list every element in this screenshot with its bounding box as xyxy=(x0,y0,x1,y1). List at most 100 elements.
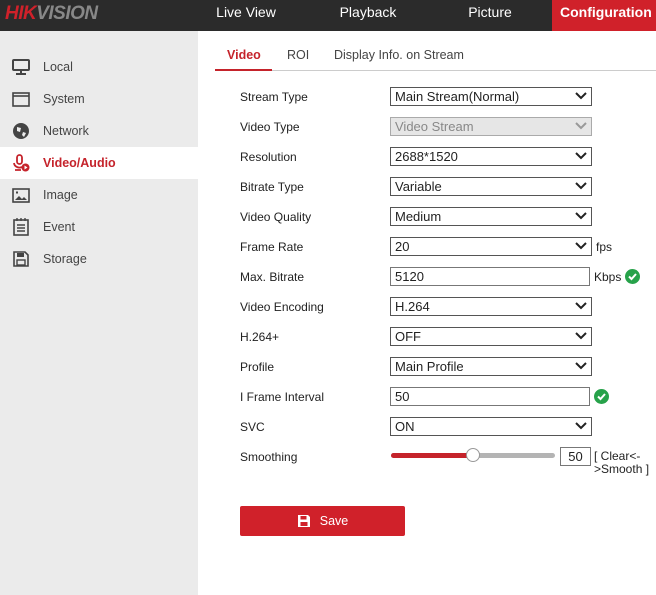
svc-row: SVC ON xyxy=(240,417,656,437)
nav-playback[interactable]: Playback xyxy=(320,0,416,31)
i_frame-input[interactable]: 50 xyxy=(390,387,590,406)
frame_rate-unit: fps xyxy=(596,240,613,254)
smoothing-row: Smoothing 50[ Clear<->Smooth ] xyxy=(240,447,656,476)
i_frame-row: I Frame Interval 50 xyxy=(240,387,656,407)
profile-value: Main Profile xyxy=(395,359,464,374)
video_encoding-row: Video Encoding H.264 xyxy=(240,297,656,317)
video_encoding-value: H.264 xyxy=(395,299,430,314)
sidebar-item-label: Image xyxy=(43,188,78,202)
smoothing-slider[interactable] xyxy=(391,448,555,462)
max_bitrate-row: Max. Bitrate 5120 Kbps xyxy=(240,267,656,287)
chevron-down-icon xyxy=(575,422,587,430)
mic-video-icon xyxy=(11,154,31,172)
resolution-select[interactable]: 2688*1520 xyxy=(390,147,592,166)
sidebar-item-event[interactable]: Event xyxy=(0,211,198,243)
save-icon xyxy=(297,515,310,527)
top-bar: HIKVISION Live View Playback Picture Con… xyxy=(0,0,656,31)
svc-select[interactable]: ON xyxy=(390,417,592,436)
active-tab-indicator xyxy=(215,69,272,71)
max_bitrate-label: Max. Bitrate xyxy=(240,270,305,284)
valid-check-icon xyxy=(594,389,609,404)
stream_type-row: Stream Type Main Stream(Normal) xyxy=(240,87,656,107)
valid-check-icon xyxy=(625,269,640,284)
slider-fill xyxy=(391,453,473,458)
resolution-label: Resolution xyxy=(240,150,297,164)
sidebar-item-label: System xyxy=(43,92,85,106)
smoothing-input[interactable]: 50 xyxy=(560,447,591,466)
nav-picture[interactable]: Picture xyxy=(442,0,538,31)
chevron-down-icon xyxy=(575,92,587,100)
slider-handle[interactable] xyxy=(466,448,480,462)
video_quality-row: Video Quality Medium xyxy=(240,207,656,227)
sidebar-item-label: Network xyxy=(43,124,89,138)
sidebar-item-image[interactable]: Image xyxy=(0,179,198,211)
bitrate_type-select[interactable]: Variable xyxy=(390,177,592,196)
video_quality-select[interactable]: Medium xyxy=(390,207,592,226)
monitor-icon xyxy=(11,58,31,76)
floppy-icon xyxy=(11,250,31,268)
chevron-down-icon xyxy=(575,362,587,370)
frame_rate-select[interactable]: 20 xyxy=(390,237,592,256)
sidebar: Local System Network Video/Audio Image E… xyxy=(0,31,198,595)
frame_rate-row: Frame Rate 20 fps xyxy=(240,237,656,257)
frame_rate-value: 20 xyxy=(395,239,410,254)
nav-configuration[interactable]: Configuration xyxy=(552,0,656,31)
video_type-label: Video Type xyxy=(240,120,300,134)
video_type-row: Video Type Video Stream xyxy=(240,117,656,137)
sidebar-item-label: Storage xyxy=(43,252,87,266)
tab-video[interactable]: Video xyxy=(227,48,261,62)
i_frame-label: I Frame Interval xyxy=(240,390,325,404)
chevron-down-icon xyxy=(575,302,587,310)
stream_type-label: Stream Type xyxy=(240,90,308,104)
hikvision-logo: HIKVISION xyxy=(5,3,98,24)
svc-label: SVC xyxy=(240,420,265,434)
tab-bar: Video ROI Display Info. on Stream xyxy=(215,42,656,71)
h264plus-row: H.264+ OFF xyxy=(240,327,656,347)
video_encoding-label: Video Encoding xyxy=(240,300,324,314)
sidebar-item-label: Video/Audio xyxy=(43,156,116,170)
chevron-down-icon xyxy=(575,152,587,160)
bitrate_type-row: Bitrate Type Variable xyxy=(240,177,656,197)
sidebar-item-system[interactable]: System xyxy=(0,83,198,115)
calendar-icon xyxy=(11,218,31,236)
chevron-down-icon xyxy=(575,182,587,190)
sidebar-item-storage[interactable]: Storage xyxy=(0,243,198,275)
globe-icon xyxy=(11,122,31,140)
chevron-down-icon xyxy=(575,242,587,250)
profile-select[interactable]: Main Profile xyxy=(390,357,592,376)
h264plus-label: H.264+ xyxy=(240,330,280,344)
stream_type-select[interactable]: Main Stream(Normal) xyxy=(390,87,592,106)
h264plus-select[interactable]: OFF xyxy=(390,327,592,346)
sidebar-item-local[interactable]: Local xyxy=(0,51,198,83)
nav-live-view[interactable]: Live View xyxy=(198,0,294,31)
image-icon xyxy=(11,186,31,204)
frame_rate-label: Frame Rate xyxy=(240,240,304,254)
sidebar-item-video-audio[interactable]: Video/Audio xyxy=(0,147,198,179)
resolution-row: Resolution 2688*1520 xyxy=(240,147,656,167)
sidebar-item-network[interactable]: Network xyxy=(0,115,198,147)
save-label: Save xyxy=(319,514,349,528)
h264plus-value: OFF xyxy=(395,329,421,344)
tab-display-info[interactable]: Display Info. on Stream xyxy=(334,48,464,62)
chevron-down-icon xyxy=(575,212,587,220)
video_quality-label: Video Quality xyxy=(240,210,312,224)
sidebar-item-label: Local xyxy=(43,60,73,74)
smoothing-label: Smoothing xyxy=(240,450,298,464)
profile-row: Profile Main Profile xyxy=(240,357,656,377)
max_bitrate-unit: Kbps xyxy=(594,270,622,284)
resolution-value: 2688*1520 xyxy=(395,149,458,164)
video_encoding-select[interactable]: H.264 xyxy=(390,297,592,316)
max_bitrate-input[interactable]: 5120 xyxy=(390,267,590,286)
stream_type-value: Main Stream(Normal) xyxy=(395,89,520,104)
video_type-select: Video Stream xyxy=(390,117,592,136)
save-button[interactable]: Save xyxy=(240,506,405,536)
window-icon xyxy=(11,90,31,108)
svc-value: ON xyxy=(395,419,415,434)
bitrate_type-label: Bitrate Type xyxy=(240,180,304,194)
tab-roi[interactable]: ROI xyxy=(287,48,309,62)
video_type-value: Video Stream xyxy=(395,119,474,134)
profile-label: Profile xyxy=(240,360,275,374)
sidebar-item-label: Event xyxy=(43,220,75,234)
chevron-down-icon xyxy=(575,332,587,340)
video_quality-value: Medium xyxy=(395,209,442,224)
